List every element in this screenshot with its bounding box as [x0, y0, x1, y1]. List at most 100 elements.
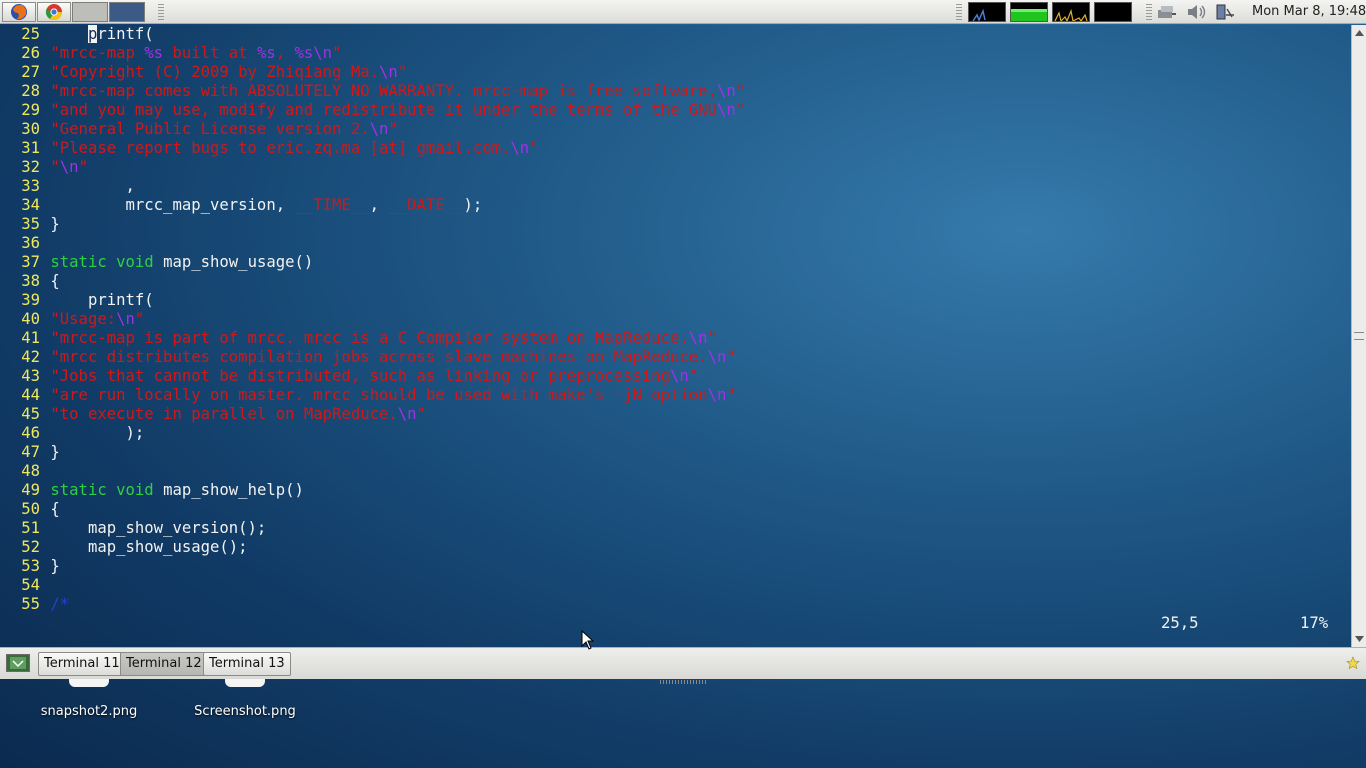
code-line[interactable]: 34 mrcc_map_version, __TIME__, __DATE__)…	[0, 196, 1350, 215]
task-terminal-13[interactable]: Terminal 13	[203, 652, 291, 676]
panel-grip[interactable]	[1146, 4, 1152, 20]
code-line[interactable]: 46 );	[0, 424, 1350, 443]
code-line[interactable]: 25 printf(	[0, 25, 1350, 44]
panel-grip[interactable]	[956, 4, 962, 20]
workspace-1[interactable]	[72, 2, 108, 22]
code-line[interactable]: 45 "to execute in parallel on MapReduce.…	[0, 405, 1350, 424]
code-token: \n	[716, 82, 736, 100]
code-token: \n	[670, 367, 689, 385]
terminal-scrollbar[interactable]	[1351, 25, 1366, 647]
scroll-up-icon[interactable]	[1353, 26, 1366, 39]
code-line[interactable]: 49 static void map_show_help()	[0, 481, 1350, 500]
code-line[interactable]: 55 /*	[0, 595, 1350, 614]
notification-icon[interactable]	[1346, 656, 1360, 670]
code-token: }	[50, 443, 60, 461]
task-terminal-11[interactable]: Terminal 11	[38, 652, 126, 676]
code-line[interactable]: 36	[0, 234, 1350, 253]
line-number: 54	[21, 576, 40, 594]
line-number: 41	[21, 329, 40, 347]
line-number: 28	[21, 82, 40, 100]
code-line[interactable]: 48	[0, 462, 1350, 481]
code-line[interactable]: 42 "mrcc distributes compilation jobs ac…	[0, 348, 1350, 367]
chrome-launcher[interactable]	[37, 2, 71, 22]
code-line[interactable]: 51 map_show_version();	[0, 519, 1350, 538]
code-token: "mrcc-map comes with ABSOLUTELY NO WARRA…	[50, 82, 717, 100]
code-line[interactable]: 26 "mrcc-map %s built at %s, %s\n"	[0, 44, 1350, 63]
code-line[interactable]: 40 "Usage:\n"	[0, 310, 1350, 329]
desktop-file-label: Screenshot.png	[194, 704, 296, 719]
line-number: 32	[21, 158, 40, 176]
code-token: "	[735, 101, 746, 119]
code-token: "	[416, 405, 426, 423]
code-token: "are run locally on master. mrcc should …	[50, 386, 708, 404]
code-token: void	[116, 481, 154, 499]
code-token: "	[726, 386, 736, 404]
scroll-down-icon[interactable]	[1353, 632, 1366, 645]
code-token: }	[50, 215, 60, 233]
code-token: );	[50, 424, 145, 442]
code-token: %s\n	[294, 44, 333, 62]
code-token: built at	[163, 44, 257, 62]
code-token: %s	[144, 44, 164, 62]
line-number: 30	[21, 120, 40, 138]
code-token: void	[116, 253, 154, 271]
firefox-launcher[interactable]	[2, 2, 36, 22]
text-cursor: p	[87, 25, 98, 43]
code-token: {	[50, 500, 60, 518]
clock[interactable]: Mon Mar 8, 19:48	[1252, 4, 1366, 19]
code-line[interactable]: 53 }	[0, 557, 1350, 576]
code-line[interactable]: 30 "General Public License version 2.\n"	[0, 120, 1350, 139]
code-token: printf(	[50, 291, 154, 309]
code-line[interactable]: 47 }	[0, 443, 1350, 462]
network-icon[interactable]	[1156, 3, 1178, 21]
code-line[interactable]: 43 "Jobs that cannot be distributed, suc…	[0, 367, 1350, 386]
line-number: 35	[21, 215, 40, 233]
code-line[interactable]: 35 }	[0, 215, 1350, 234]
vim-buffer[interactable]: 25 printf(26 "mrcc-map %s built at %s, %…	[0, 25, 1350, 614]
code-line[interactable]: 41 "mrcc-map is part of mrcc. mrcc is a …	[0, 329, 1350, 348]
code-line[interactable]: 37 static void map_show_usage()	[0, 253, 1350, 272]
cpu-monitor[interactable]	[968, 2, 1006, 22]
volume-icon[interactable]	[1186, 3, 1208, 21]
line-number: 51	[21, 519, 40, 537]
code-line[interactable]: 27 "Copyright (C) 2009 by Zhiqiang Ma.\n…	[0, 63, 1350, 82]
code-token: __TIME__	[294, 196, 370, 214]
task-terminal-12[interactable]: Terminal 12	[120, 652, 208, 676]
code-line[interactable]: 54	[0, 576, 1350, 595]
show-desktop-button[interactable]	[6, 654, 30, 672]
code-line[interactable]: 38 {	[0, 272, 1350, 291]
terminal-window[interactable]: 25 printf(26 "mrcc-map %s built at %s, %…	[0, 25, 1366, 647]
firefox-icon	[11, 4, 27, 20]
code-line[interactable]: 33 ,	[0, 177, 1350, 196]
desktop-file-snapshot2[interactable]: snapshot2.png	[40, 679, 138, 719]
desktop-file-screenshot[interactable]: Screenshot.png	[194, 679, 296, 719]
code-line[interactable]: 50 {	[0, 500, 1350, 519]
code-line[interactable]: 31 "Please report bugs to eric.zq.ma [at…	[0, 139, 1350, 158]
code-token: "Copyright (C) 2009 by Zhiqiang Ma.	[50, 63, 379, 81]
line-number: 33	[21, 177, 40, 195]
load-monitor[interactable]	[1094, 2, 1132, 22]
line-number: 55	[21, 595, 40, 613]
workspace-2[interactable]	[109, 2, 145, 22]
memory-monitor[interactable]	[1010, 2, 1048, 22]
line-number: 29	[21, 101, 40, 119]
code-line[interactable]: 29 "and you may use, modify and redistri…	[0, 101, 1350, 120]
code-token: static	[50, 481, 107, 499]
code-token: /*	[50, 595, 70, 613]
code-token: map_show_version();	[50, 519, 267, 537]
line-number: 34	[21, 196, 40, 214]
code-token: \n	[59, 158, 79, 176]
battery-icon[interactable]	[1214, 3, 1236, 21]
code-line[interactable]: 28 "mrcc-map comes with ABSOLUTELY NO WA…	[0, 82, 1350, 101]
code-token: "	[397, 63, 408, 81]
code-line[interactable]: 52 map_show_usage();	[0, 538, 1350, 557]
code-line[interactable]: 32 "\n"	[0, 158, 1350, 177]
code-line[interactable]: 44 "are run locally on master. mrcc shou…	[0, 386, 1350, 405]
panel-resize-handle[interactable]	[660, 680, 706, 684]
code-token: }	[50, 557, 60, 575]
network-monitor[interactable]	[1052, 2, 1090, 22]
scrollbar-thumb[interactable]	[1354, 332, 1364, 340]
code-token: "	[78, 158, 88, 176]
panel-grip[interactable]	[158, 4, 164, 20]
code-line[interactable]: 39 printf(	[0, 291, 1350, 310]
